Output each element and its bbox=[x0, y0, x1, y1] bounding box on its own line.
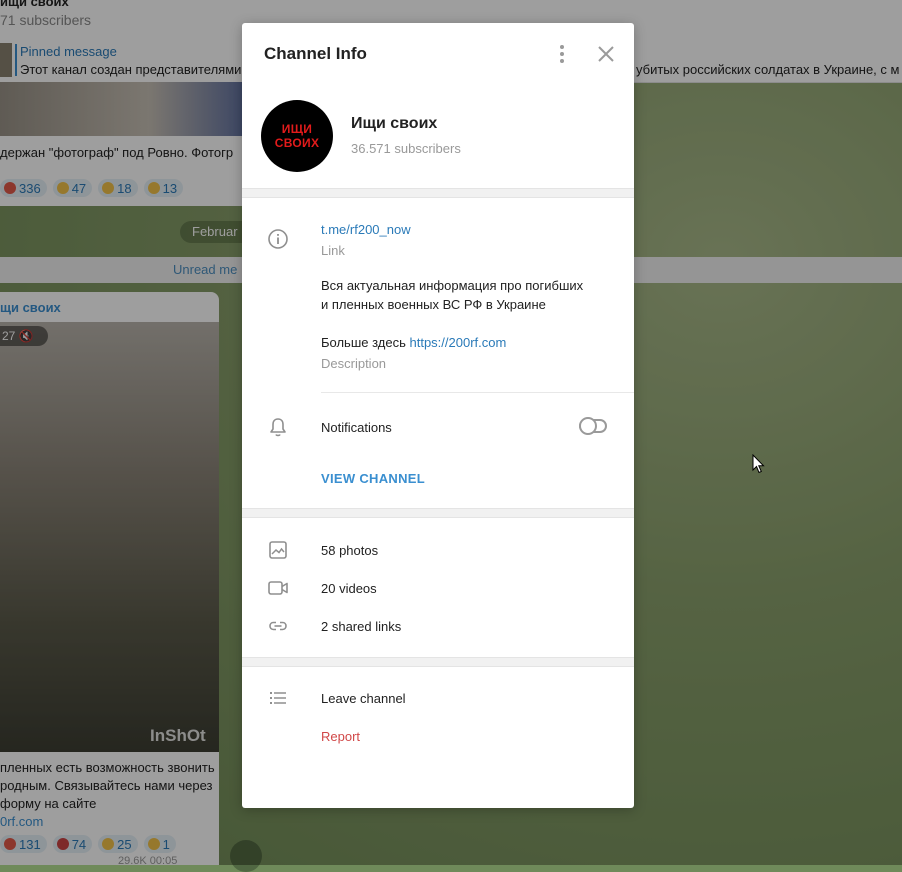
close-icon bbox=[598, 46, 614, 62]
channel-subscribers: 36.571 subscribers bbox=[351, 141, 461, 156]
bell-icon bbox=[270, 418, 286, 437]
notifications-toggle[interactable] bbox=[579, 417, 607, 435]
video-icon bbox=[268, 581, 288, 595]
channel-info-modal: Channel Info ИЩИ СВОИХ Ищи своих 36.571 … bbox=[242, 23, 634, 808]
description-more: Больше здесь https://200rf.com bbox=[321, 335, 506, 350]
description-caption: Description bbox=[321, 356, 387, 371]
channel-link[interactable]: t.me/rf200_now bbox=[321, 222, 411, 237]
videos-count[interactable]: 20 videos bbox=[321, 581, 377, 596]
section-separator bbox=[242, 188, 634, 198]
section-separator bbox=[242, 657, 634, 667]
mouse-cursor-icon bbox=[752, 454, 765, 474]
avatar-text-line: СВОИХ bbox=[274, 136, 320, 150]
link-caption: Link bbox=[321, 243, 345, 258]
section-separator bbox=[242, 508, 634, 518]
more-vertical-icon bbox=[560, 45, 564, 63]
leave-channel-button[interactable]: Leave channel bbox=[321, 691, 406, 706]
shared-links-count[interactable]: 2 shared links bbox=[321, 619, 401, 634]
photo-icon bbox=[269, 541, 287, 559]
modal-title: Channel Info bbox=[264, 44, 367, 63]
channel-name: Ищи своих bbox=[351, 115, 438, 132]
channel-avatar[interactable]: ИЩИ СВОИХ bbox=[261, 100, 333, 172]
divider bbox=[321, 392, 634, 393]
info-icon bbox=[268, 229, 288, 249]
description-line: и пленных военных ВС РФ в Украине bbox=[321, 297, 546, 312]
description-url[interactable]: https://200rf.com bbox=[410, 335, 507, 350]
description-line: Вся актуальная информация про погибших bbox=[321, 278, 584, 293]
description-more-text: Больше здесь bbox=[321, 335, 406, 350]
notifications-label: Notifications bbox=[321, 420, 392, 435]
photos-count[interactable]: 58 photos bbox=[321, 543, 378, 558]
close-button[interactable] bbox=[594, 42, 618, 66]
view-channel-button[interactable]: VIEW CHANNEL bbox=[321, 471, 425, 486]
report-button[interactable]: Report bbox=[321, 729, 360, 744]
toggle-knob bbox=[579, 417, 597, 435]
list-icon bbox=[270, 692, 286, 704]
avatar-text-line: ИЩИ bbox=[281, 122, 313, 136]
more-menu-button[interactable] bbox=[550, 42, 574, 66]
link-icon bbox=[269, 621, 287, 631]
